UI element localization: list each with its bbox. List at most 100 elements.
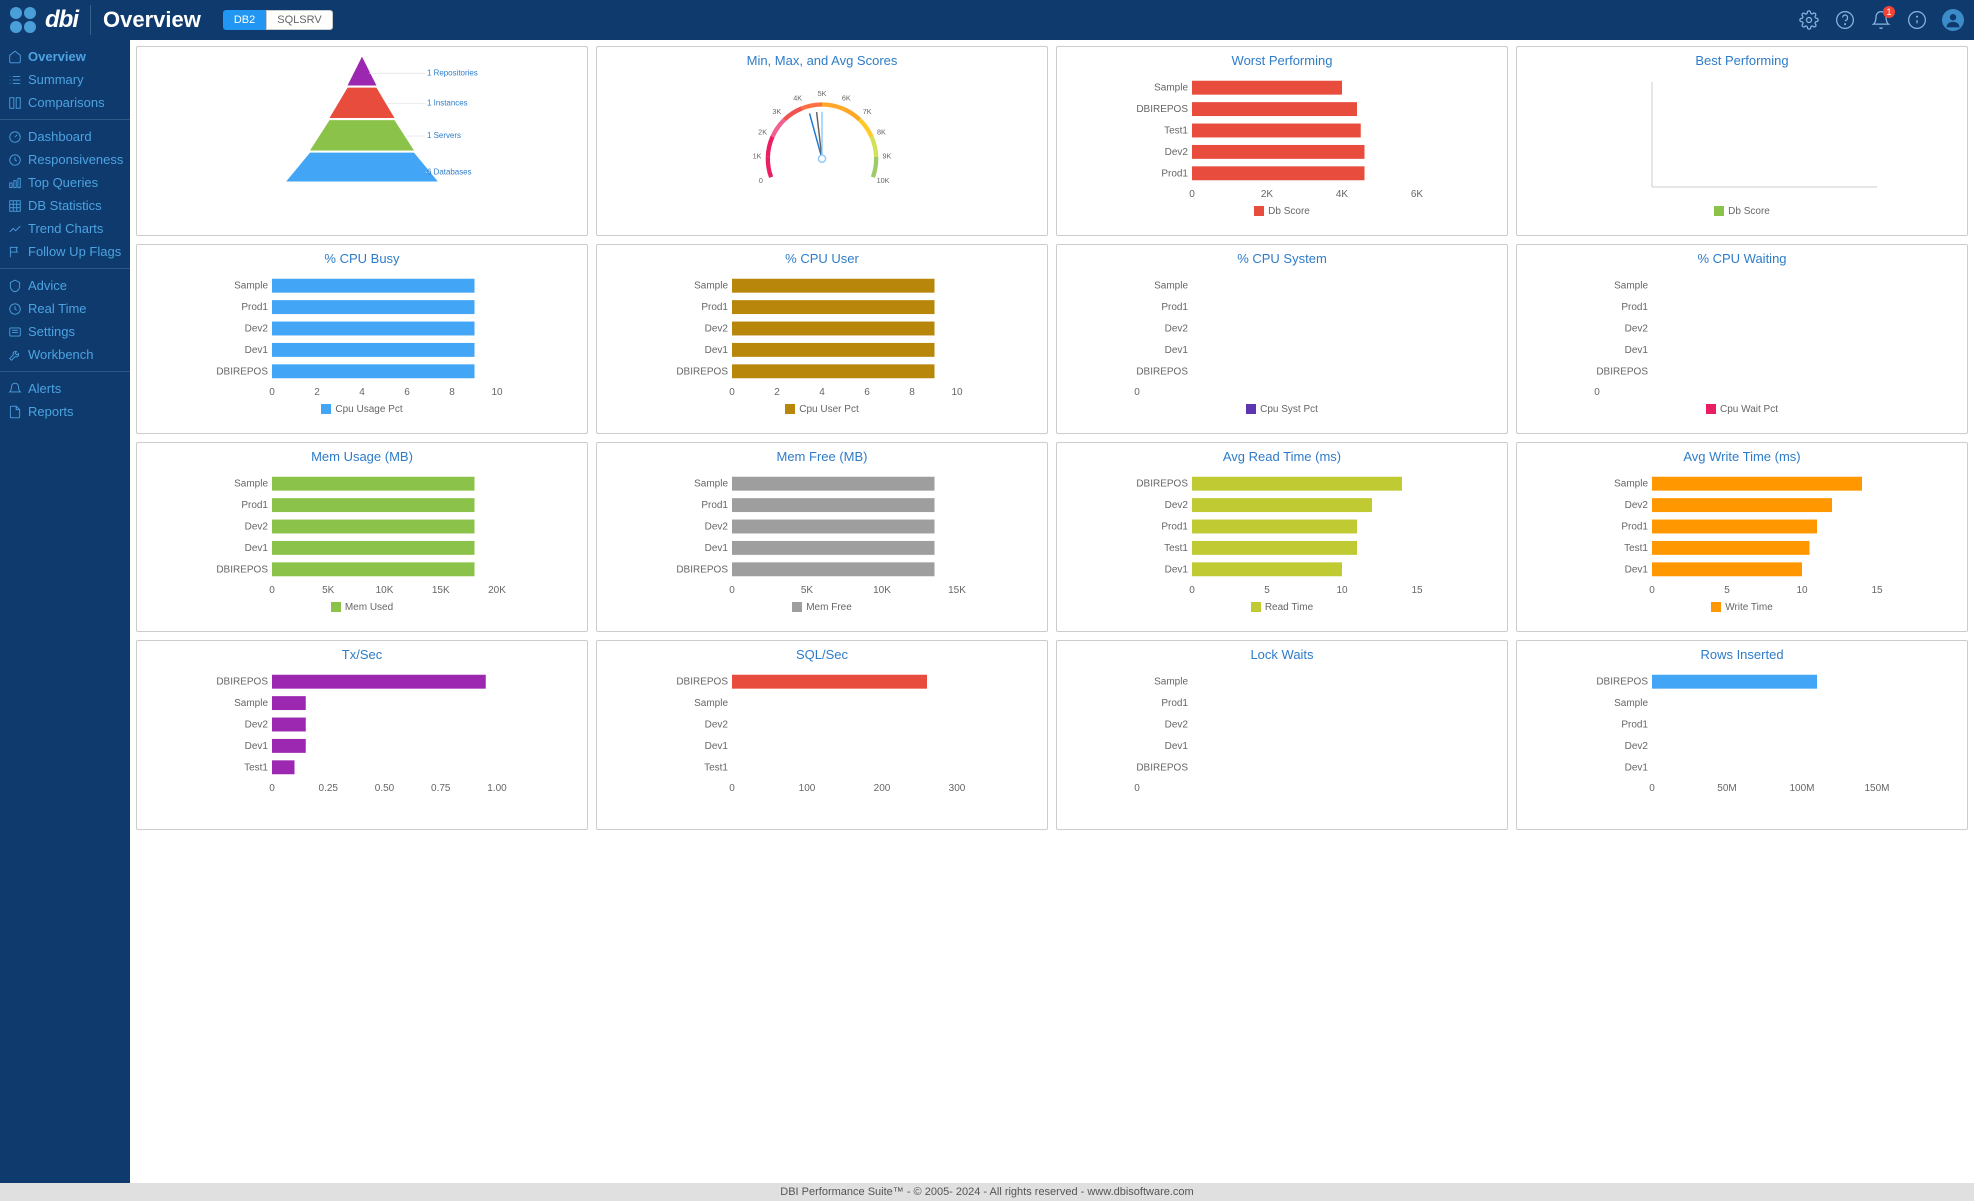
nav-item-overview[interactable]: Overview xyxy=(0,45,130,68)
nav-item-db-statistics[interactable]: DB Statistics xyxy=(0,194,130,217)
svg-text:Sample: Sample xyxy=(234,479,268,490)
card-cpuuser[interactable]: % CPU UserSampleProd1Dev2Dev1DBIREPOS024… xyxy=(596,244,1048,434)
svg-text:Dev1: Dev1 xyxy=(1625,345,1649,356)
card-gauge[interactable]: Min, Max, and Avg Scores01K2K3K4K5K6K7K8… xyxy=(596,46,1048,236)
svg-text:Dev1: Dev1 xyxy=(245,345,269,356)
nav-item-dashboard[interactable]: Dashboard xyxy=(0,125,130,148)
card-lockwaits[interactable]: Lock WaitsSampleProd1Dev2Dev1DBIREPOS0 xyxy=(1056,640,1508,830)
nav-label: Workbench xyxy=(28,347,94,362)
info-icon[interactable] xyxy=(1906,9,1928,31)
shield-icon xyxy=(8,279,22,293)
nav-item-settings[interactable]: Settings xyxy=(0,320,130,343)
nav-item-top-queries[interactable]: Top Queries xyxy=(0,171,130,194)
svg-text:Test1: Test1 xyxy=(704,762,728,773)
svg-text:Sample: Sample xyxy=(1154,83,1188,94)
svg-text:DBIREPOS: DBIREPOS xyxy=(1596,366,1648,377)
gauge-icon xyxy=(8,130,22,144)
svg-text:DBIREPOS: DBIREPOS xyxy=(676,564,728,575)
svg-text:2K: 2K xyxy=(1261,189,1274,200)
card-txsec[interactable]: Tx/SecDBIREPOSSampleDev2Dev1Test100.250.… xyxy=(136,640,588,830)
svg-text:Sample: Sample xyxy=(694,281,728,292)
card-title: % CPU Waiting xyxy=(1523,251,1961,266)
card-title: % CPU User xyxy=(603,251,1041,266)
svg-text:Dev1: Dev1 xyxy=(1165,564,1189,575)
card-readtime[interactable]: Avg Read Time (ms)DBIREPOSDev2Prod1Test1… xyxy=(1056,442,1508,632)
card-cpusys[interactable]: % CPU SystemSampleProd1Dev2Dev1DBIREPOS0… xyxy=(1056,244,1508,434)
nav-item-alerts[interactable]: Alerts xyxy=(0,377,130,400)
svg-text:Dev2: Dev2 xyxy=(705,720,729,731)
card-cpuwait[interactable]: % CPU WaitingSampleProd1Dev2Dev1DBIREPOS… xyxy=(1516,244,1968,434)
svg-text:Dev1: Dev1 xyxy=(1165,345,1189,356)
svg-text:0: 0 xyxy=(1649,585,1655,596)
card-sqlsec[interactable]: SQL/SecDBIREPOSSampleDev2Dev1Test1010020… xyxy=(596,640,1048,830)
card-pyramid[interactable]: 1 Repositories1 Instances1 Servers6 Data… xyxy=(136,46,588,236)
card-rows[interactable]: Rows InsertedDBIREPOSSampleProd1Dev2Dev1… xyxy=(1516,640,1968,830)
gear-icon[interactable] xyxy=(1798,9,1820,31)
svg-text:5K: 5K xyxy=(801,585,814,596)
nav-item-reports[interactable]: Reports xyxy=(0,400,130,423)
svg-text:Dev2: Dev2 xyxy=(1165,720,1189,731)
svg-text:Prod1: Prod1 xyxy=(701,500,728,511)
nav-label: Alerts xyxy=(28,381,61,396)
card-title: % CPU System xyxy=(1063,251,1501,266)
card-worst[interactable]: Worst PerformingSampleDBIREPOSTest1Dev2P… xyxy=(1056,46,1508,236)
svg-text:7K: 7K xyxy=(863,107,872,116)
nav-item-workbench[interactable]: Workbench xyxy=(0,343,130,366)
svg-text:Prod1: Prod1 xyxy=(1161,522,1188,533)
legend: Cpu Wait Pct xyxy=(1523,404,1961,415)
svg-text:10K: 10K xyxy=(877,176,890,185)
nav-item-summary[interactable]: Summary xyxy=(0,68,130,91)
svg-text:2: 2 xyxy=(314,387,320,398)
card-best[interactable]: Best PerformingDb Score xyxy=(1516,46,1968,236)
nav-label: Overview xyxy=(28,49,86,64)
nav-item-comparisons[interactable]: Comparisons xyxy=(0,91,130,114)
svg-text:4K: 4K xyxy=(793,94,802,103)
nav-item-trend-charts[interactable]: Trend Charts xyxy=(0,217,130,240)
nav-item-responsiveness[interactable]: Responsiveness xyxy=(0,148,130,171)
svg-text:5: 5 xyxy=(1264,585,1270,596)
chart-area: DBIREPOSDev2Prod1Test1Dev1051015 xyxy=(1063,468,1501,598)
svg-text:DBIREPOS: DBIREPOS xyxy=(1596,677,1648,688)
svg-text:Prod1: Prod1 xyxy=(701,302,728,313)
page-title: Overview xyxy=(103,7,201,33)
db-tab-db2[interactable]: DB2 xyxy=(223,10,266,30)
svg-text:10K: 10K xyxy=(873,585,891,596)
nav-item-advice[interactable]: Advice xyxy=(0,274,130,297)
svg-text:Dev1: Dev1 xyxy=(1625,564,1649,575)
card-title: Avg Write Time (ms) xyxy=(1523,449,1961,464)
svg-text:Prod1: Prod1 xyxy=(241,500,268,511)
svg-text:100: 100 xyxy=(799,783,816,794)
svg-text:0: 0 xyxy=(1189,585,1195,596)
svg-text:Dev2: Dev2 xyxy=(1165,324,1189,335)
svg-text:DBIREPOS: DBIREPOS xyxy=(216,366,268,377)
card-title: % CPU Busy xyxy=(143,251,581,266)
svg-text:DBIREPOS: DBIREPOS xyxy=(1136,479,1188,490)
nav-label: Settings xyxy=(28,324,75,339)
svg-text:Dev2: Dev2 xyxy=(1625,500,1649,511)
svg-text:200: 200 xyxy=(874,783,891,794)
card-title: Min, Max, and Avg Scores xyxy=(603,53,1041,68)
footer: DBI Performance Suite™ - © 2005- 2024 - … xyxy=(0,1183,1974,1201)
svg-text:Prod1: Prod1 xyxy=(1161,302,1188,313)
nav-item-real-time[interactable]: Real Time xyxy=(0,297,130,320)
svg-text:Dev2: Dev2 xyxy=(1165,147,1189,158)
db-tab-sqlsrv[interactable]: SQLSRV xyxy=(266,10,332,30)
help-icon[interactable] xyxy=(1834,9,1856,31)
header: dbi Overview DB2SQLSRV 1 xyxy=(0,0,1974,40)
trend-icon xyxy=(8,222,22,236)
bell-icon[interactable]: 1 xyxy=(1870,9,1892,31)
user-icon[interactable] xyxy=(1942,9,1964,31)
chart-area xyxy=(1523,72,1961,202)
card-writetime[interactable]: Avg Write Time (ms)SampleDev2Prod1Test1D… xyxy=(1516,442,1968,632)
card-cpubusy[interactable]: % CPU BusySampleProd1Dev2Dev1DBIREPOS024… xyxy=(136,244,588,434)
content-area: 1 Repositories1 Instances1 Servers6 Data… xyxy=(130,40,1974,1183)
nav-label: Real Time xyxy=(28,301,87,316)
svg-text:15: 15 xyxy=(1871,585,1883,596)
nav-item-follow-up-flags[interactable]: Follow Up Flags xyxy=(0,240,130,263)
chart-area: 1 Repositories1 Instances1 Servers6 Data… xyxy=(143,53,581,183)
svg-text:2K: 2K xyxy=(758,127,767,136)
card-memfree[interactable]: Mem Free (MB)SampleProd1Dev2Dev1DBIREPOS… xyxy=(596,442,1048,632)
svg-text:Dev2: Dev2 xyxy=(705,324,729,335)
card-memuse[interactable]: Mem Usage (MB)SampleProd1Dev2Dev1DBIREPO… xyxy=(136,442,588,632)
table-icon xyxy=(8,199,22,213)
